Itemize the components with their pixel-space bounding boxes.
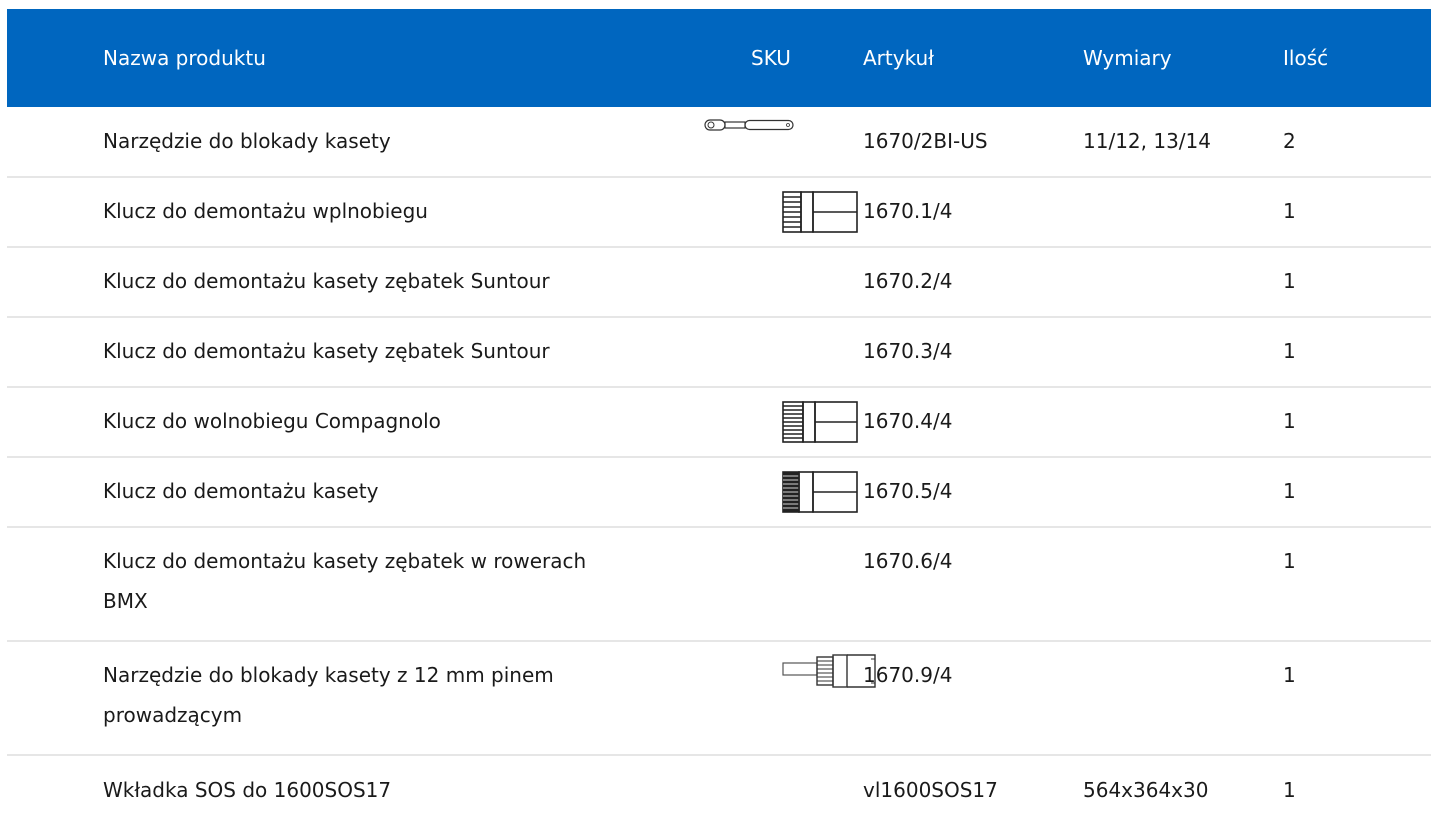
table-header: Nazwa produktu SKU Artykuł Wymiary Ilość — [7, 9, 1431, 107]
sku-image — [653, 471, 863, 513]
quantity: 1 — [1283, 479, 1296, 503]
freewheel-remover-icon — [782, 401, 858, 443]
quantity: 1 — [1283, 199, 1296, 223]
sku-image — [653, 401, 863, 443]
sku-image — [653, 654, 876, 695]
product-name: Klucz do demontażu kasety zębatek Suntou… — [103, 339, 550, 363]
article-number: vl1600SOS17 — [863, 778, 998, 802]
table-row: Klucz do demontażu kasety zębatek w rowe… — [7, 528, 1431, 642]
table-row: Klucz do demontażu wplnobiegu 1670.1/4 1 — [7, 178, 1431, 248]
header-name[interactable]: Nazwa produktu — [7, 46, 653, 70]
sku-image — [653, 331, 863, 371]
table-row: Klucz do demontażu kasety zębatek Suntou… — [7, 248, 1431, 318]
product-name: Wkładka SOS do 1600SOS17 — [103, 778, 392, 802]
quantity: 1 — [1283, 409, 1296, 433]
sku-image — [653, 541, 863, 581]
header-quantity[interactable]: Ilość — [1283, 46, 1431, 70]
sku-image — [653, 119, 863, 161]
sku-image — [653, 770, 863, 810]
sku-image — [653, 261, 863, 301]
table-row: Klucz do demontażu kasety zębatek Suntou… — [7, 318, 1431, 388]
sku-image — [653, 191, 863, 233]
quantity: 1 — [1283, 269, 1296, 293]
article-number: 1670.3/4 — [863, 339, 953, 363]
product-name: Klucz do demontażu kasety — [103, 479, 379, 503]
article-number: 1670.9/4 — [863, 663, 953, 687]
quantity: 2 — [1283, 129, 1296, 153]
table-row: Narzędzie do blokady kasety z 12 mm pine… — [7, 642, 1431, 756]
product-name: Narzędzie do blokady kasety — [103, 129, 391, 153]
dimensions: 564x364x30 — [1083, 778, 1209, 802]
quantity: 1 — [1283, 663, 1296, 687]
freewheel-remover-icon — [782, 191, 858, 233]
table-row: Narzędzie do blokady kasety 1670/2BI-US … — [7, 107, 1431, 178]
article-number: 1670.1/4 — [863, 199, 953, 223]
cassette-remover-icon — [782, 471, 858, 513]
dimensions: 11/12, 13/14 — [1083, 129, 1211, 153]
header-sku[interactable]: SKU — [653, 46, 863, 70]
quantity: 1 — [1283, 549, 1296, 573]
table-row: Klucz do demontażu kasety 1670.5/4 1 — [7, 458, 1431, 528]
header-article[interactable]: Artykuł — [863, 46, 1083, 70]
article-number: 1670.5/4 — [863, 479, 953, 503]
pin-lockring-tool-icon — [782, 654, 876, 688]
table-row: Klucz do wolnobiegu Compagnolo 1670.4/4 … — [7, 388, 1431, 458]
quantity: 1 — [1283, 778, 1296, 802]
product-name: Klucz do wolnobiegu Compagnolo — [103, 409, 441, 433]
product-name: Klucz do demontażu kasety zębatek w rowe… — [103, 549, 587, 613]
article-number: 1670/2BI-US — [863, 129, 988, 153]
article-number: 1670.6/4 — [863, 549, 953, 573]
header-dimensions[interactable]: Wymiary — [1083, 46, 1283, 70]
article-number: 1670.2/4 — [863, 269, 953, 293]
product-name: Klucz do demontażu wplnobiegu — [103, 199, 428, 223]
ratchet-wrench-icon — [704, 119, 794, 131]
table-row: Wkładka SOS do 1600SOS17 vl1600SOS17 564… — [7, 756, 1431, 826]
product-name: Narzędzie do blokady kasety z 12 mm pine… — [103, 663, 554, 727]
product-table: Nazwa produktu SKU Artykuł Wymiary Ilość… — [7, 9, 1431, 826]
product-name: Klucz do demontażu kasety zębatek Suntou… — [103, 269, 550, 293]
quantity: 1 — [1283, 339, 1296, 363]
article-number: 1670.4/4 — [863, 409, 953, 433]
